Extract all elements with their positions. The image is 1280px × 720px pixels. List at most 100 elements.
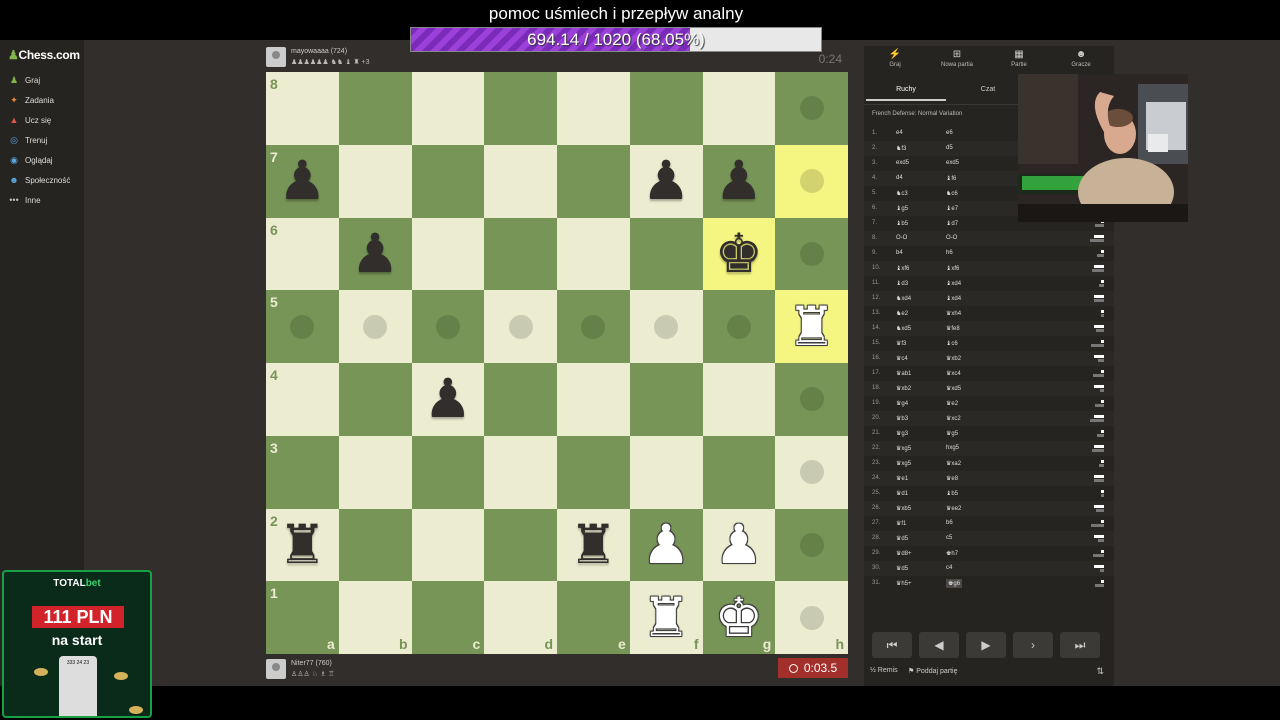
square-d7[interactable] <box>484 144 557 218</box>
square-d5[interactable] <box>484 290 557 363</box>
square-c3[interactable] <box>411 435 485 509</box>
avatar[interactable] <box>266 47 286 67</box>
bottom-player-name[interactable]: Niter77 (760) <box>291 660 332 667</box>
square-a6[interactable]: 6 <box>266 217 339 291</box>
white-move[interactable]: ♛e1 <box>896 475 908 482</box>
square-c5[interactable] <box>411 290 485 363</box>
square-g8[interactable] <box>702 72 776 145</box>
black-move[interactable]: h6 <box>946 250 953 256</box>
square-g1[interactable]: g ♚ <box>702 581 776 654</box>
black-piece-c4[interactable]: ♟ <box>412 363 485 436</box>
square-g4[interactable] <box>702 363 776 436</box>
white-move[interactable]: ♛d5 <box>896 535 908 542</box>
black-move[interactable]: ♝xf6 <box>946 265 959 272</box>
white-move[interactable]: ♞e2 <box>896 310 908 317</box>
square-h3[interactable] <box>775 435 848 509</box>
black-piece-g7[interactable]: ♟ <box>703 145 776 218</box>
sponsor-ad[interactable]: TOTALbet 111 PLN na start 333 24 23 <box>2 570 152 718</box>
square-g2[interactable]: ♟ <box>702 508 776 582</box>
black-move[interactable]: ♚g6 <box>946 579 963 588</box>
black-move[interactable]: ♝b5 <box>946 490 958 497</box>
square-h7[interactable] <box>775 144 848 218</box>
sidebar-item-5[interactable]: ☻ Społeczność <box>8 172 70 188</box>
legal-move-dot[interactable] <box>799 241 824 266</box>
white-piece-g2[interactable]: ♟ <box>703 509 776 582</box>
square-f3[interactable] <box>629 435 703 509</box>
tab-1[interactable]: ⊞ Nowa partia <box>926 49 988 68</box>
flip-board-icon[interactable]: ⇅ <box>1096 666 1104 677</box>
black-move[interactable]: ♞c6 <box>946 190 958 197</box>
black-move[interactable]: ♝xd4 <box>946 280 961 287</box>
black-move[interactable]: c5 <box>946 535 952 541</box>
square-c8[interactable] <box>411 72 485 145</box>
white-move[interactable]: ♞xd4 <box>896 295 911 302</box>
legal-move-dot[interactable] <box>799 96 824 121</box>
white-piece-g1[interactable]: ♚ <box>703 581 776 654</box>
square-b7[interactable] <box>338 144 412 218</box>
square-e3[interactable] <box>557 435 630 509</box>
next-icon[interactable]: › <box>1013 632 1053 658</box>
black-move[interactable]: c4 <box>946 565 952 571</box>
first-icon[interactable]: ⏮ <box>872 632 912 658</box>
square-e4[interactable] <box>557 363 630 436</box>
square-f6[interactable] <box>629 217 703 291</box>
white-move[interactable]: ♛c4 <box>896 355 908 362</box>
white-move[interactable]: d4 <box>896 175 903 181</box>
last-icon[interactable]: ⏭ <box>1060 632 1100 658</box>
sidebar-item-3[interactable]: ◎ Trenuj <box>8 132 47 148</box>
legal-move-dot[interactable] <box>799 605 824 630</box>
black-move[interactable]: ♛xc4 <box>946 370 961 377</box>
black-move[interactable]: ♝f6 <box>946 175 956 182</box>
white-piece-f1[interactable]: ♜ <box>630 581 703 654</box>
black-move[interactable]: e6 <box>946 130 953 136</box>
sidebar-item-0[interactable]: ♟ Graj <box>8 72 40 88</box>
square-f4[interactable] <box>629 363 703 436</box>
square-h2[interactable] <box>775 508 848 582</box>
white-move[interactable]: ♛xb5 <box>896 505 911 512</box>
square-g5[interactable] <box>702 290 776 363</box>
white-piece-h5[interactable]: ♜ <box>775 290 848 363</box>
black-move[interactable]: ♛xb2 <box>946 355 961 362</box>
square-g6[interactable]: ♚ <box>702 217 776 291</box>
square-e2[interactable]: ♜ <box>557 508 630 582</box>
black-piece-g6[interactable]: ♚ <box>703 218 776 291</box>
white-move[interactable]: ♝b5 <box>896 220 908 227</box>
draw-button[interactable]: ½ Remis <box>870 667 898 674</box>
square-e8[interactable] <box>557 72 630 145</box>
black-move[interactable]: ♛ee2 <box>946 505 961 512</box>
square-b6[interactable]: ♟ <box>338 217 412 291</box>
subtab-moves[interactable]: Ruchy <box>866 86 946 101</box>
white-move[interactable]: ♛f1 <box>896 520 906 527</box>
square-g3[interactable] <box>702 435 776 509</box>
resign-button[interactable]: ⚑ Poddaj partię <box>908 667 958 675</box>
white-move[interactable]: ♝g5 <box>896 205 908 212</box>
black-move[interactable]: ♝d7 <box>946 220 958 227</box>
square-c4[interactable]: ♟ <box>411 363 485 436</box>
black-move[interactable]: ♝e7 <box>946 205 958 212</box>
square-f2[interactable]: ♟ <box>629 508 703 582</box>
legal-move-dot[interactable] <box>799 387 824 412</box>
square-b1[interactable]: b <box>338 581 412 654</box>
square-b5[interactable] <box>338 290 412 363</box>
black-move[interactable]: ♛xc2 <box>946 415 961 422</box>
black-move[interactable]: ♛xa2 <box>946 460 961 467</box>
black-move[interactable]: hxg5 <box>946 445 959 451</box>
white-move[interactable]: ♛g3 <box>896 430 908 437</box>
black-move[interactable]: ♝xd4 <box>946 295 961 302</box>
chess-board[interactable]: 8 7 ♟ ♟ ♟ 6 ♟ ♚ 5 ♜ 4 ♟ 3 2 ♜ ♜ ♟ ♟ 1 a b c d e f ♜ g ♚ h <box>266 72 848 654</box>
play-icon[interactable]: ▶ <box>966 632 1006 658</box>
square-d2[interactable] <box>484 508 557 582</box>
square-b3[interactable] <box>338 435 412 509</box>
black-move[interactable]: exd5 <box>946 160 959 166</box>
square-c1[interactable]: c <box>411 581 485 654</box>
square-d4[interactable] <box>484 363 557 436</box>
white-move[interactable]: ♛b3 <box>896 415 908 422</box>
black-move[interactable]: O-O <box>946 235 957 241</box>
black-move[interactable]: b6 <box>946 520 953 526</box>
black-move[interactable]: ♛fe8 <box>946 325 960 332</box>
black-piece-f7[interactable]: ♟ <box>630 145 703 218</box>
sidebar-item-4[interactable]: ◉ Oglądaj <box>8 152 53 168</box>
square-f8[interactable] <box>629 72 703 145</box>
black-piece-a7[interactable]: ♟ <box>266 145 339 218</box>
white-move[interactable]: ♛xg5 <box>896 445 911 452</box>
